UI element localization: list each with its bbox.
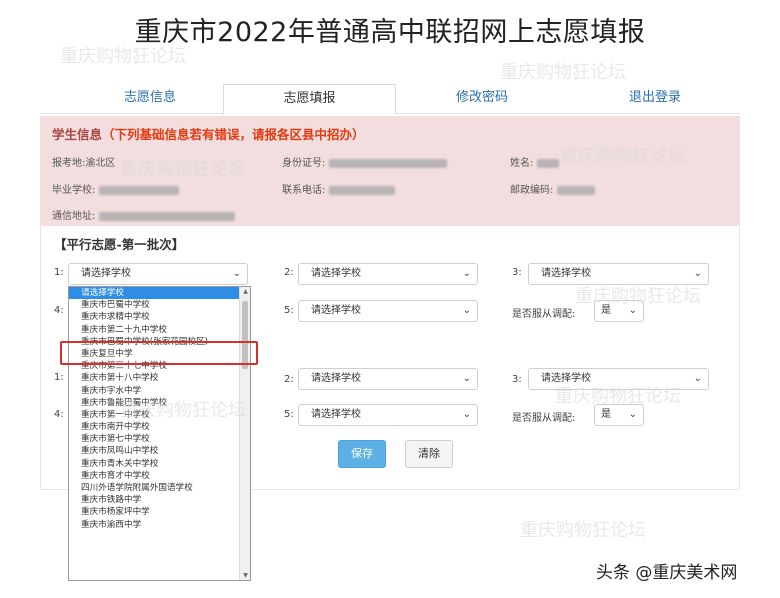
address-label: 通信地址:: [52, 211, 96, 222]
choice-number: 4:: [54, 305, 64, 316]
phone-field: 联系电话:: [282, 181, 396, 196]
name-redacted: [537, 158, 560, 168]
watermark-text: 重庆购物狂论坛: [520, 520, 646, 541]
dropdown-option[interactable]: 请选择学校: [69, 287, 250, 300]
watermark-text: 重庆购物狂论坛: [120, 159, 246, 180]
credit-text: 头条 @重庆美术网: [596, 563, 738, 583]
scroll-down-icon[interactable]: ▼: [241, 572, 250, 579]
adjust-label: 是否服从调配:: [512, 309, 576, 320]
clear-button[interactable]: 清除: [405, 440, 453, 468]
school-dropdown-list[interactable]: 请选择学校 重庆市巴蜀中学校 重庆市求精中学校 重庆市第二十九中学校 重庆市巴蜀中学校(…: [68, 286, 251, 581]
id-number-field: 身份证号:: [282, 154, 448, 169]
watermark-text: 重庆购物狂论坛: [555, 386, 681, 407]
chevron-down-icon: ⌄: [232, 268, 241, 279]
tab-bar: 志愿信息 志愿填报 修改密码 退出登录: [40, 84, 740, 115]
watermark-text: 重庆购物狂论坛: [120, 400, 246, 421]
choice-number: 2:: [284, 267, 294, 278]
choice-number: 3:: [512, 374, 522, 385]
choice-number: 3:: [512, 267, 522, 278]
choice-number: 4:: [54, 409, 64, 420]
save-button[interactable]: 保存: [338, 440, 386, 468]
dropdown-option[interactable]: 重庆市渝西中学: [69, 519, 250, 531]
dropdown-scrollbar[interactable]: ▲ ▼: [239, 287, 250, 580]
section-title: 【平行志愿-第一批次】: [54, 237, 185, 252]
watermark-text: 重庆购物狂论坛: [500, 62, 626, 83]
id-number-redacted: [329, 158, 448, 168]
student-info-title: 学生信息: [52, 127, 103, 142]
zip-code-label: 邮政编码:: [510, 185, 554, 196]
address-redacted: [99, 211, 236, 221]
tab-application-fill[interactable]: 志愿填报: [223, 84, 396, 115]
adjust-value: 是: [601, 409, 611, 420]
choice-number: 2:: [284, 374, 294, 385]
dropdown-option[interactable]: 重庆市凤鸣山中学校: [69, 445, 250, 457]
dropdown-option[interactable]: 重庆市育才中学校: [69, 470, 250, 482]
student-info-heading: 学生信息（下列基础信息若有错误，请报各区县中招办）: [52, 124, 365, 143]
select-value: 请选择学校: [311, 268, 361, 279]
school-select-1[interactable]: 请选择学校 ⌄: [68, 263, 248, 285]
tab-application-info[interactable]: 志愿信息: [100, 84, 200, 114]
school-select-b5[interactable]: 请选择学校 ⌄: [298, 404, 478, 426]
dropdown-option[interactable]: 重庆市巴蜀中学校: [69, 299, 250, 311]
school-select-2[interactable]: 请选择学校 ⌄: [298, 263, 478, 285]
choice-number: 5:: [284, 305, 294, 316]
zip-code-redacted: [557, 185, 596, 195]
zip-code-field: 邮政编码:: [510, 181, 596, 196]
student-info-warning: （下列基础信息若有错误，请报各区县中招办）: [102, 127, 365, 142]
dropdown-option[interactable]: 重庆市南开中学校: [69, 421, 250, 433]
dropdown-option[interactable]: 重庆市求精中学校: [69, 311, 250, 323]
exam-area-field: 报考地:渝北区: [52, 154, 115, 169]
chevron-down-icon: ⌄: [693, 373, 702, 384]
chevron-down-icon: ⌄: [462, 409, 471, 420]
watermark-text: 重庆购物狂论坛: [60, 46, 186, 67]
graduation-school-redacted: [99, 185, 180, 195]
select-value: 请选择学校: [311, 373, 361, 384]
phone-redacted: [329, 185, 396, 195]
select-value: 请选择学校: [541, 268, 591, 279]
phone-label: 联系电话:: [282, 185, 326, 196]
scroll-up-icon[interactable]: ▲: [241, 288, 250, 295]
id-number-label: 身份证号:: [282, 158, 326, 169]
watermark-text: 重庆购物狂论坛: [560, 146, 686, 167]
exam-area-value: 渝北区: [85, 158, 116, 169]
chevron-down-icon: ⌄: [462, 305, 471, 316]
tab-change-password[interactable]: 修改密码: [432, 84, 532, 114]
dropdown-option[interactable]: 重庆市第七中学校: [69, 433, 250, 445]
chevron-down-icon: ⌄: [693, 268, 702, 279]
address-field: 通信地址:: [52, 207, 236, 222]
chevron-down-icon: ⌄: [462, 268, 471, 279]
school-select-b2[interactable]: 请选择学校 ⌄: [298, 368, 478, 390]
choice-number: 1:: [54, 267, 64, 278]
dropdown-option[interactable]: 重庆市杨家坪中学: [69, 506, 250, 518]
school-select-5[interactable]: 请选择学校 ⌄: [298, 300, 478, 322]
graduation-school-field: 毕业学校:: [52, 181, 180, 196]
chevron-down-icon: ⌄: [462, 373, 471, 384]
select-value: 请选择学校: [311, 409, 361, 420]
exam-area-label: 报考地:: [52, 158, 86, 169]
graduation-school-label: 毕业学校:: [52, 185, 96, 196]
watermark-text: 重庆购物狂论坛: [575, 286, 701, 307]
select-value: 请选择学校: [311, 305, 361, 316]
chevron-down-icon: ⌄: [628, 409, 637, 420]
adjust-label: 是否服从调配:: [512, 413, 576, 424]
dropdown-option[interactable]: 四川外语学院附属外国语学校: [69, 482, 250, 494]
name-field: 姓名:: [510, 154, 560, 169]
name-label: 姓名:: [510, 158, 534, 169]
dropdown-option[interactable]: 重庆市字水中学: [69, 385, 250, 397]
dropdown-option[interactable]: 重庆市第十八中学校: [69, 372, 250, 384]
choice-number: 1:: [54, 372, 64, 383]
dropdown-option[interactable]: 重庆市青木关中学校: [69, 458, 250, 470]
select-value: 请选择学校: [81, 268, 131, 279]
dropdown-option[interactable]: 重庆市铁路中学: [69, 494, 250, 506]
tab-logout[interactable]: 退出登录: [605, 84, 705, 114]
choice-number: 5:: [284, 409, 294, 420]
highlight-annotation-box: [60, 341, 258, 365]
dropdown-option[interactable]: 重庆市第二十九中学校: [69, 324, 250, 336]
